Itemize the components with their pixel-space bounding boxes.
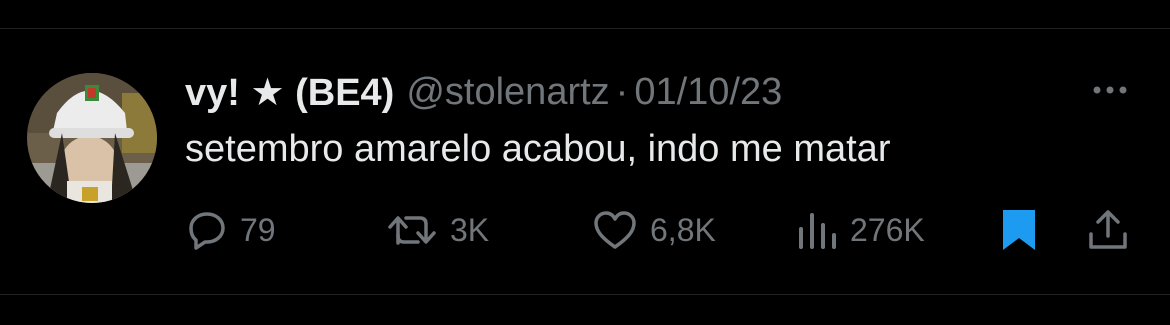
- avatar-image: [27, 73, 157, 203]
- like-count: 6,8K: [650, 211, 716, 248]
- avatar[interactable]: [27, 73, 157, 203]
- retweet-icon: [388, 216, 436, 245]
- reply-icon: [189, 212, 225, 250]
- bottom-divider: [0, 294, 1170, 295]
- views-icon: [799, 213, 836, 249]
- tweet-date[interactable]: 01/10/23: [634, 71, 782, 114]
- views-count: 276K: [850, 211, 925, 248]
- tweet-header: vy! ★ (BE4) @stolenartz · 01/10/23: [185, 70, 782, 114]
- views-button[interactable]: 276K: [796, 205, 925, 255]
- more-options-icon[interactable]: [1092, 82, 1128, 98]
- retweet-count: 3K: [450, 211, 490, 248]
- retweet-button[interactable]: 3K: [386, 205, 489, 255]
- separator-dot: ·: [615, 70, 629, 113]
- display-name[interactable]: vy! ★ (BE4): [185, 70, 394, 115]
- like-button[interactable]: 6,8K: [592, 205, 716, 255]
- user-handle[interactable]: @stolenartz: [406, 71, 609, 114]
- bookmark-button[interactable]: [998, 205, 1040, 255]
- reply-count: 79: [240, 211, 276, 248]
- heart-icon: [594, 211, 636, 249]
- share-button[interactable]: [1086, 205, 1130, 255]
- share-icon: [1089, 210, 1127, 249]
- top-divider: [0, 28, 1170, 29]
- tweet-actions: 79 3K 6,8K 276K: [0, 205, 1170, 255]
- reply-button[interactable]: 79: [186, 205, 276, 255]
- bookmark-icon: [1003, 210, 1035, 250]
- tweet-text: setembro amarelo acabou, indo me matar: [185, 128, 891, 170]
